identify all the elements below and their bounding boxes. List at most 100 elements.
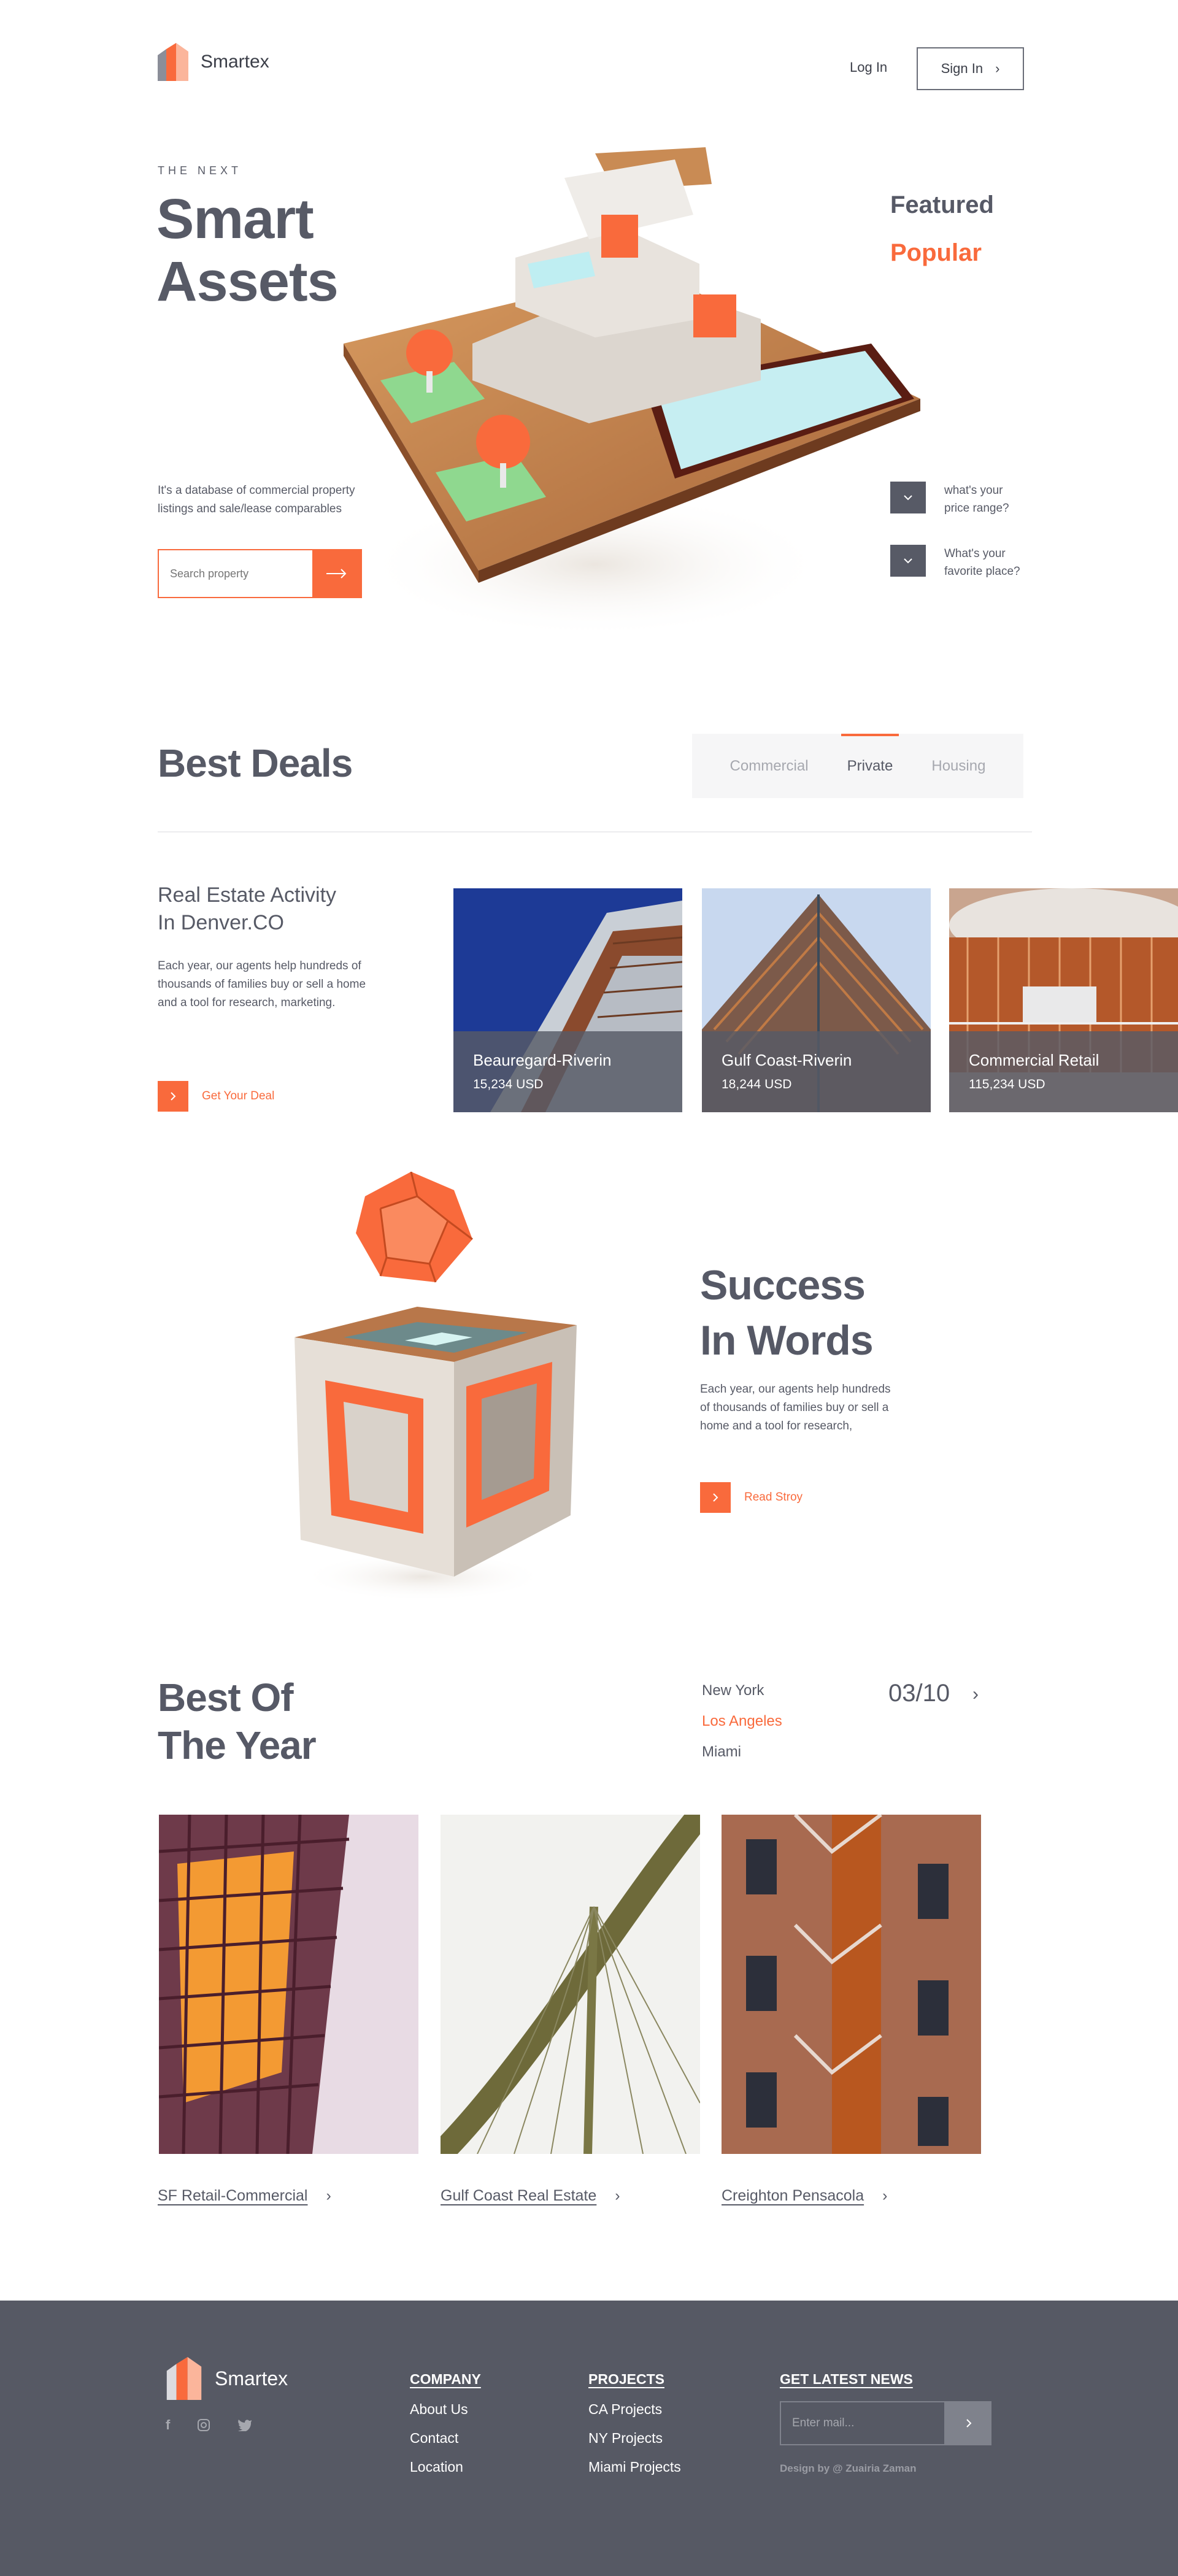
- instagram-icon[interactable]: [197, 2418, 210, 2432]
- best-of-year-title-line1: Best Of: [158, 1675, 294, 1720]
- footer-link-contact[interactable]: Contact: [410, 2430, 481, 2447]
- card-title: Gulf Coast-Riverin: [722, 1051, 852, 1069]
- city-list: New York Los Angeles Miami: [702, 1682, 782, 1774]
- section-divider: [158, 831, 1032, 832]
- deal-card[interactable]: Commercial Retail 115,234 USD: [949, 888, 1178, 1112]
- footer-link-ca-projects[interactable]: CA Projects: [588, 2401, 681, 2418]
- activity-title: Real Estate Activity In Denver.CO: [158, 882, 336, 937]
- footer-projects-column: PROJECTS CA Projects NY Projects Miami P…: [588, 2371, 681, 2488]
- projects-title: PROJECTS: [588, 2371, 664, 2387]
- card-title: Commercial Retail: [969, 1051, 1099, 1069]
- newsletter-form: Enter mail...: [780, 2401, 991, 2445]
- twitter-icon[interactable]: [237, 2419, 252, 2431]
- read-story-button[interactable]: Read Stroy: [700, 1482, 803, 1513]
- faq-question-line2: price range?: [944, 502, 1009, 515]
- card-price: 15,234 USD: [473, 1077, 544, 1091]
- footer-link-ny-projects[interactable]: NY Projects: [588, 2430, 681, 2447]
- brand-name: Smartex: [201, 52, 269, 72]
- faq-toggle-button[interactable]: [890, 545, 926, 577]
- logo-icon: [158, 43, 188, 81]
- tab-private[interactable]: Private: [841, 734, 899, 798]
- photo-retail[interactable]: [159, 1815, 418, 2154]
- item-link-sf-retail[interactable]: SF Retail-Commercial ›: [158, 2187, 331, 2205]
- hero-eyebrow: THE NEXT: [158, 164, 242, 177]
- city-miami[interactable]: Miami: [702, 1744, 782, 1761]
- footer-logo[interactable]: Smartex: [166, 2357, 288, 2400]
- footer-link-location[interactable]: Location: [410, 2459, 481, 2475]
- activity-text: Each year, our agents help hundreds of t…: [158, 957, 366, 1012]
- best-of-year-title-line2: The Year: [158, 1723, 317, 1767]
- search-input[interactable]: [159, 550, 312, 597]
- footer-link-miami-projects[interactable]: Miami Projects: [588, 2459, 681, 2475]
- arrow-right-icon: [326, 569, 346, 579]
- faq-question: What's your favorite place?: [944, 545, 1036, 580]
- hero-title-line1: Smart: [156, 188, 314, 250]
- newsletter-submit-button[interactable]: [945, 2401, 991, 2445]
- photo-creighton[interactable]: [722, 1815, 981, 2154]
- success-text-line3: home and a tool for research,: [700, 1420, 853, 1432]
- chevron-right-icon: [966, 2419, 971, 2428]
- item-label: Gulf Coast Real Estate: [441, 2187, 597, 2204]
- hero-house-illustration: [344, 147, 920, 638]
- item-link-creighton[interactable]: Creighton Pensacola ›: [722, 2187, 887, 2205]
- item-link-gulf-coast[interactable]: Gulf Coast Real Estate ›: [441, 2187, 620, 2205]
- footer-brand-name: Smartex: [215, 2367, 288, 2390]
- success-title-line1: Success: [700, 1262, 866, 1309]
- city-new-york[interactable]: New York: [702, 1682, 782, 1699]
- chevron-down-icon: [904, 495, 912, 501]
- cta-icon-box: [700, 1482, 731, 1513]
- company-title: COMPANY: [410, 2371, 481, 2387]
- search-submit-button[interactable]: [312, 550, 361, 597]
- success-title: Success In Words: [700, 1258, 874, 1368]
- best-of-year-title: Best Of The Year: [158, 1674, 317, 1769]
- chevron-right-icon: [713, 1493, 718, 1502]
- tab-housing[interactable]: Housing: [931, 734, 985, 798]
- card-price: 115,234 USD: [969, 1077, 1045, 1091]
- faq-toggle-button[interactable]: [890, 482, 926, 513]
- success-text: Each year, our agents help hundreds of t…: [700, 1380, 891, 1436]
- faq-question: what's your price range?: [944, 482, 1036, 517]
- card-overlay: Gulf Coast-Riverin 18,244 USD: [702, 1031, 931, 1112]
- city-los-angeles[interactable]: Los Angeles: [702, 1713, 782, 1730]
- logo-icon: [166, 2357, 202, 2400]
- chevron-right-icon: ›: [326, 2187, 331, 2204]
- deal-tabs: Commercial Private Housing: [692, 734, 1023, 798]
- success-text-line1: Each year, our agents help hundreds: [700, 1383, 891, 1396]
- hero-title-line2: Assets: [156, 250, 339, 313]
- chevron-right-icon: ›: [615, 2187, 620, 2204]
- card-overlay: Beauregard-Riverin 15,234 USD: [453, 1031, 682, 1112]
- chevron-right-icon: [171, 1092, 176, 1101]
- chevron-right-icon: ›: [882, 2187, 888, 2204]
- item-label: Creighton Pensacola: [722, 2187, 864, 2204]
- tab-featured[interactable]: Featured: [890, 191, 994, 219]
- next-slide-button[interactable]: ›: [972, 1684, 979, 1705]
- site-logo[interactable]: Smartex: [158, 43, 269, 81]
- tab-popular[interactable]: Popular: [890, 239, 982, 267]
- deal-card[interactable]: Gulf Coast-Riverin 18,244 USD: [702, 888, 931, 1112]
- get-deal-label: Get Your Deal: [202, 1090, 275, 1102]
- faq-price-range[interactable]: what's your price range?: [890, 482, 1036, 517]
- success-text-line2: of thousands of families buy or sell a: [700, 1401, 889, 1414]
- facebook-icon[interactable]: f: [166, 2417, 170, 2433]
- success-cube-illustration: [294, 1172, 577, 1601]
- slide-counter: 03/10: [888, 1680, 950, 1707]
- activity-text-line1: Each year, our agents help hundreds of: [158, 959, 361, 972]
- signin-button[interactable]: Sign In ›: [917, 47, 1024, 90]
- footer-link-about[interactable]: About Us: [410, 2401, 481, 2418]
- photo-gulf-coast[interactable]: [441, 1815, 700, 2154]
- best-deals-title: Best Deals: [158, 741, 353, 785]
- card-overlay: Commercial Retail 115,234 USD: [949, 1031, 1178, 1112]
- tab-commercial[interactable]: Commercial: [730, 734, 809, 798]
- site-footer: Smartex f COMPANY About Us Contact Locat…: [0, 2301, 1178, 2576]
- read-story-label: Read Stroy: [744, 1491, 803, 1504]
- email-input[interactable]: Enter mail...: [780, 2401, 945, 2445]
- deal-card[interactable]: Beauregard-Riverin 15,234 USD: [453, 888, 682, 1112]
- hero-title: Smart Assets: [156, 188, 339, 313]
- activity-text-line3: and a tool for research, marketing.: [158, 996, 336, 1009]
- faq-question-line1: what's your: [944, 484, 1003, 497]
- faq-favorite-place[interactable]: What's your favorite place?: [890, 545, 1036, 580]
- card-price: 18,244 USD: [722, 1077, 792, 1091]
- faq-question-line1: What's your: [944, 547, 1006, 560]
- login-link[interactable]: Log In: [850, 60, 887, 75]
- get-deal-button[interactable]: Get Your Deal: [158, 1081, 274, 1112]
